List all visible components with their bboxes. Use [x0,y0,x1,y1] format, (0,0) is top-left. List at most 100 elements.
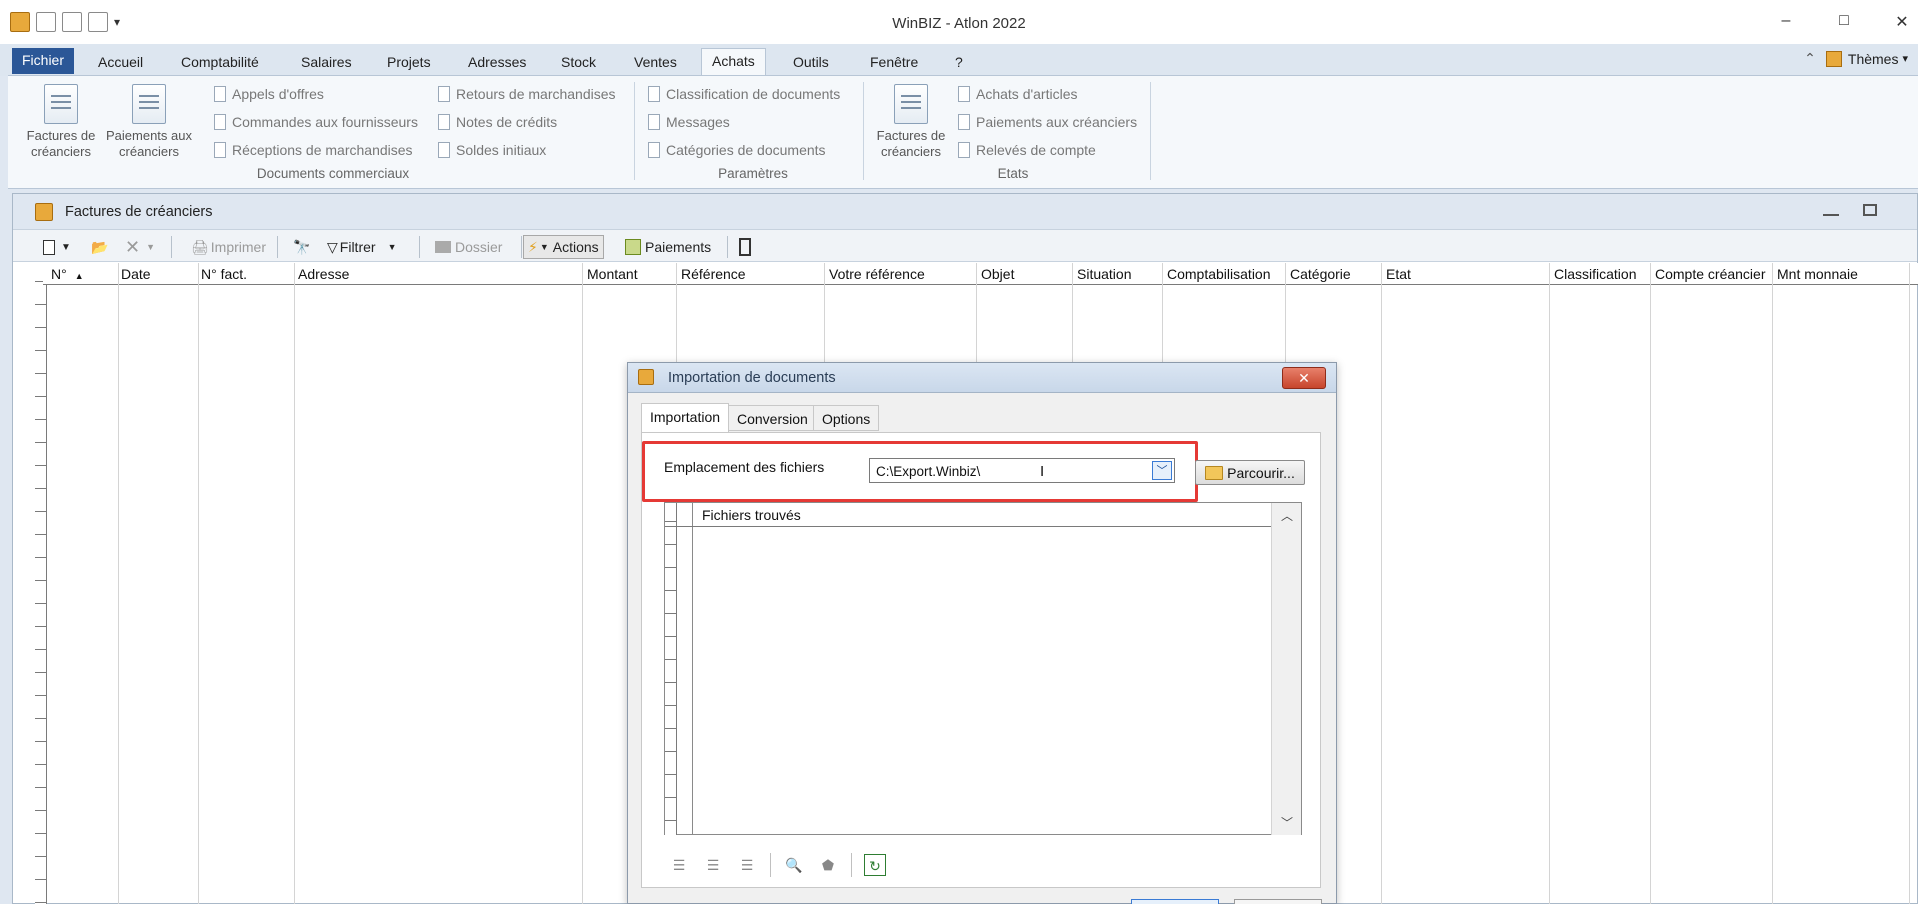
tab-projets[interactable]: Projets [377,50,441,76]
payments-button[interactable]: Paiements [621,235,715,259]
filter-dropdown-icon[interactable]: ▼ [388,242,397,252]
categories-documents-label: Catégories de documents [666,142,826,158]
column-header[interactable]: Référence [681,266,746,282]
scroll-down-icon[interactable]: ﹀ [1281,814,1293,831]
preview-icon[interactable]: 🔍 [783,854,805,876]
found-files-grid[interactable]: Fichiers trouvés ︿ ﹀ [664,502,1302,835]
child-toolbar: ▼ 📂 ✕ ▼ 🖨 Imprimer 🔭 ▽ Filtrer ▼ Dossier ⚡ ▼ A… [13,230,1917,262]
files-scrollbar[interactable]: ︿ ﹀ [1271,503,1301,835]
column-header[interactable]: Date [121,266,151,282]
browse-button[interactable]: Parcourir... [1195,460,1305,485]
messages-button[interactable]: Messages [648,114,730,130]
actions-dropdown-icon[interactable]: ▼ [540,242,549,252]
check-list-icon[interactable]: ☰ [702,854,724,876]
cancel-button[interactable] [1234,899,1322,904]
collapse-ribbon-icon[interactable]: ⌃ [1804,50,1816,67]
select-all-icon[interactable]: ☰ [668,854,690,876]
tab-adresses[interactable]: Adresses [458,50,536,76]
location-highlight-box [642,441,1198,502]
payments-label: Paiements [645,239,712,255]
factures-creanciers-button[interactable]: Factures de créanciers [18,84,104,160]
themes-button[interactable]: Thèmes [1848,51,1899,67]
column-header[interactable]: Votre référence [829,266,925,282]
dialog-title: Importation de documents [668,370,836,386]
column-header[interactable]: Mnt monnaie [1777,266,1858,282]
column-header[interactable]: Compte créancier [1655,266,1766,282]
search-button[interactable]: 🔭 [289,235,314,259]
tab-accueil[interactable]: Accueil [88,50,153,76]
new-document-button[interactable]: ▼ [39,235,75,259]
paiements-creanciers-button[interactable]: Paiements aux créanciers [106,84,192,160]
column-header[interactable]: Situation [1077,266,1131,282]
sort-asc-icon: ▲ [74,271,84,281]
minimize-button[interactable]: – [1774,12,1798,34]
delete-button[interactable]: ✕ ▼ [121,235,159,259]
refresh-icon[interactable]: ↻ [864,854,886,876]
tab-ventes[interactable]: Ventes [624,50,687,76]
paiements-creanciers-report-button[interactable]: Paiements aux créanciers [958,114,1137,130]
factures-creanciers-report-button[interactable]: Factures de créanciers [868,84,954,160]
child-minimize-button[interactable] [1823,206,1839,216]
column-header[interactable]: Etat [1386,266,1411,282]
uncheck-list-icon[interactable]: ☰ [736,854,758,876]
achats-articles-button[interactable]: Achats d'articles [958,86,1078,102]
actions-button[interactable]: ⚡ ▼ Actions [523,235,604,259]
tab-importation[interactable]: Importation [641,403,730,433]
categories-documents-button[interactable]: Catégories de documents [648,142,826,158]
column-header[interactable]: Objet [981,266,1014,282]
tab-achats[interactable]: Achats [701,48,766,78]
maximize-button[interactable]: □ [1832,12,1856,34]
delete-icon: ✕ [125,236,141,257]
open-button[interactable]: 📂 [87,235,112,259]
factures-creanciers-report-label: Factures de créanciers [876,128,946,159]
retours-marchandises-button[interactable]: Retours de marchandises [438,86,616,102]
delete-dropdown-icon[interactable]: ▼ [146,242,155,252]
tab-conversion[interactable]: Conversion [728,405,817,431]
tab-fenetre[interactable]: Fenêtre [860,50,928,76]
themes-dropdown-icon[interactable]: ▾ [1902,52,1908,65]
tab-options[interactable]: Options [813,405,880,431]
commandes-fournisseurs-button[interactable]: Commandes aux fournisseurs [214,114,418,130]
tab-outils[interactable]: Outils [783,50,839,76]
new-doc-icon [43,239,55,255]
tab-help[interactable]: ? [945,50,973,76]
column-divider [118,263,119,904]
achats-articles-label: Achats d'articles [976,86,1078,102]
appels-offres-button[interactable]: Appels d'offres [214,86,324,102]
paiements-creanciers-label: Paiements aux créanciers [106,128,192,159]
folder-button[interactable]: Dossier [431,235,506,259]
column-header[interactable]: Catégorie [1290,266,1351,282]
ok-button[interactable] [1131,899,1219,904]
column-header[interactable]: Adresse [298,266,349,282]
column-divider [1650,263,1651,904]
tab-stock[interactable]: Stock [551,50,606,76]
folder-label: Dossier [455,239,503,255]
scroll-up-icon[interactable]: ︿ [1281,507,1293,524]
group-separator [863,82,864,180]
paiements-creanciers-report-label: Paiements aux créanciers [976,114,1138,130]
column-header[interactable]: N° ▲ [51,266,84,282]
print-button[interactable]: 🖨 Imprimer [187,235,270,259]
ribbon-tabs: Fichier Accueil Comptabilité Salaires Pr… [0,44,1918,78]
column-header[interactable]: Classification [1554,266,1636,282]
tab-comptabilite[interactable]: Comptabilité [171,50,269,76]
column-header[interactable]: N° fact. [201,266,247,282]
archive-icon[interactable]: ⬟ [817,854,839,876]
new-dropdown-icon[interactable]: ▼ [61,242,71,253]
dialog-close-button[interactable]: ✕ [1282,367,1326,389]
column-header[interactable]: Comptabilisation [1167,266,1271,282]
tab-salaires[interactable]: Salaires [291,50,362,76]
exit-button[interactable] [735,235,755,259]
soldes-initiaux-button[interactable]: Soldes initiaux [438,142,546,158]
tab-fichier[interactable]: Fichier [12,48,75,74]
group-label-parametres: Paramètres [718,166,788,181]
releves-compte-button[interactable]: Relevés de compte [958,142,1096,158]
notes-credits-button[interactable]: Notes de crédits [438,114,557,130]
filter-button[interactable]: ▽ Filtrer ▼ [323,235,400,259]
column-header[interactable]: Montant [587,266,638,282]
receptions-marchandises-button[interactable]: Réceptions de marchandises [214,142,413,158]
column-divider [198,263,199,904]
close-button[interactable]: ✕ [1890,12,1914,34]
classification-documents-button[interactable]: Classification de documents [648,86,840,102]
child-restore-button[interactable] [1863,204,1877,216]
